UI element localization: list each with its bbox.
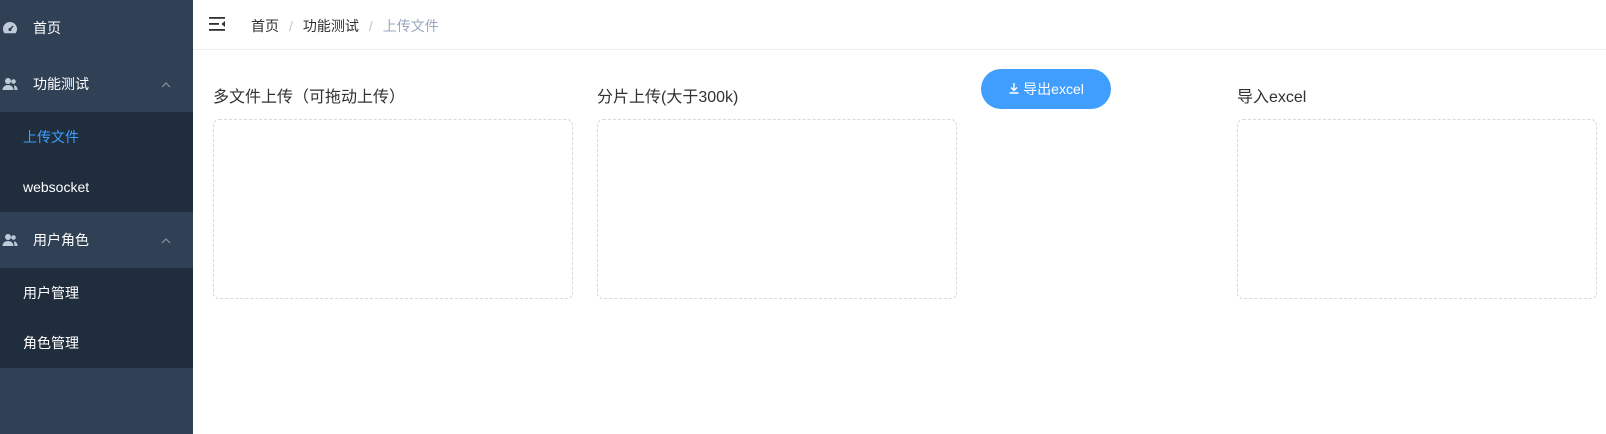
- sidebar-item-label: websocket: [23, 179, 90, 195]
- breadcrumb: 首页 / 功能测试 / 上传文件: [251, 16, 439, 36]
- chevron-up-icon: [160, 234, 172, 246]
- sidebar-item-label: 首页: [33, 20, 61, 36]
- sidebar-item-user-management[interactable]: 用户管理: [0, 268, 193, 318]
- sidebar-item-label: 用户管理: [23, 285, 79, 301]
- sidebar: 首页 功能测试 上传文件 websocket 用户角色 用户管理 角色管理: [0, 0, 193, 434]
- navbar: 首页 / 功能测试 / 上传文件: [193, 0, 1606, 50]
- download-icon: [1008, 81, 1020, 97]
- import-excel-title: 导入excel: [1237, 89, 1307, 106]
- users-icon: [2, 76, 18, 92]
- breadcrumb-separator: /: [289, 18, 293, 34]
- breadcrumb-function-test[interactable]: 功能测试: [303, 16, 359, 36]
- multi-upload-title: 多文件上传（可拖动上传）: [213, 89, 406, 106]
- sidebar-group-user-role[interactable]: 用户角色: [0, 212, 193, 268]
- export-excel-label: 导出excel: [1023, 81, 1084, 97]
- sidebar-item-label: 上传文件: [23, 129, 79, 145]
- sidebar-group-label: 功能测试: [33, 76, 89, 92]
- chevron-up-icon: [160, 78, 172, 90]
- dashboard-icon: [2, 20, 18, 36]
- breadcrumb-home[interactable]: 首页: [251, 16, 279, 36]
- chunk-upload-title: 分片上传(大于300k): [597, 89, 739, 106]
- chunk-upload-dropzone[interactable]: [597, 119, 957, 299]
- breadcrumb-current: 上传文件: [382, 18, 439, 34]
- multi-upload-dropzone[interactable]: [213, 119, 573, 299]
- users-icon: [2, 232, 18, 248]
- sidebar-group-function-test[interactable]: 功能测试: [0, 56, 193, 112]
- sidebar-item-upload-file[interactable]: 上传文件: [0, 112, 193, 162]
- menu-fold-icon[interactable]: [209, 15, 227, 33]
- breadcrumb-separator: /: [368, 18, 373, 34]
- export-excel-button[interactable]: 导出excel: [981, 69, 1111, 109]
- sidebar-group-label: 用户角色: [33, 232, 89, 248]
- import-excel-dropzone[interactable]: [1237, 119, 1597, 299]
- sidebar-item-websocket[interactable]: websocket: [0, 162, 193, 212]
- sidebar-item-label: 角色管理: [23, 335, 79, 351]
- sidebar-item-role-management[interactable]: 角色管理: [0, 318, 193, 368]
- sidebar-item-home[interactable]: 首页: [0, 0, 193, 56]
